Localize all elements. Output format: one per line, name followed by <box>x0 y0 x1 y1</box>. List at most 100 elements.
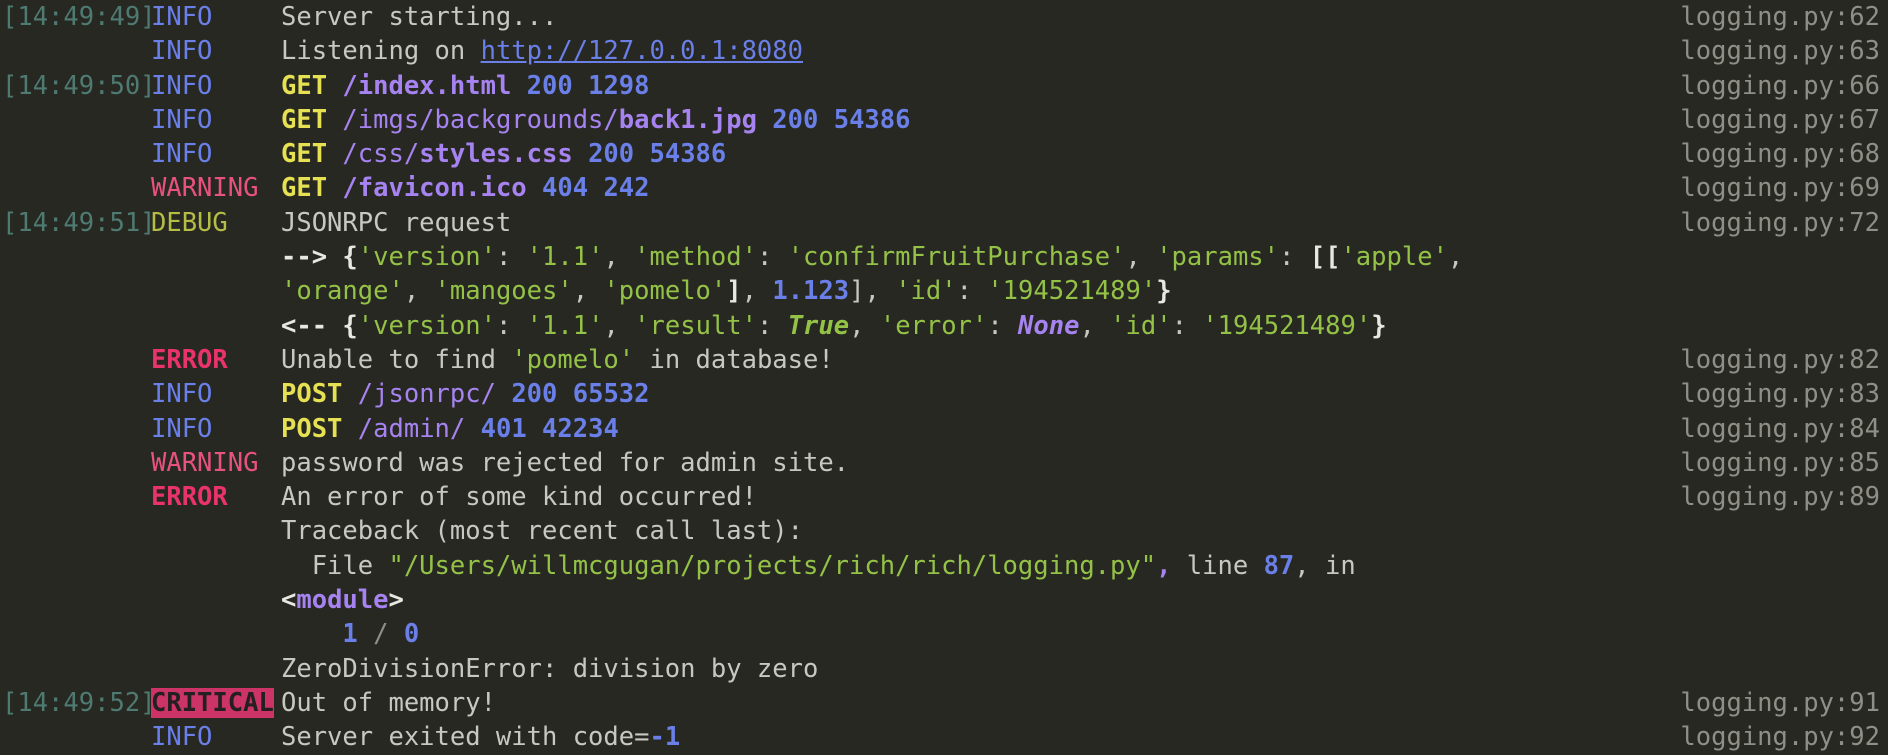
log-row: ZeroDivisionError: division by zero <box>0 652 1888 686</box>
log-message: --> {'version': '1.1', 'method': 'confir… <box>281 240 1638 274</box>
log-row: [14:49:49] INFO Server starting... logging.… <box>0 0 1888 34</box>
log-token <box>527 414 542 444</box>
log-message: GET /index.html 200 1298 <box>281 69 1638 103</box>
log-token: '194521489' <box>987 276 1157 307</box>
log-token: , <box>741 276 773 307</box>
log-token: 'version' <box>357 242 496 273</box>
log-token: File <box>281 550 389 581</box>
log-token: 'result' <box>634 310 757 341</box>
log-token: 'orange' <box>281 276 404 307</box>
log-token: /css/ <box>342 139 420 170</box>
log-message: <module> <box>281 583 1638 617</box>
log-timestamp: [14:49:49] <box>2 2 151 32</box>
log-token: 54386 <box>649 139 727 170</box>
log-message: GET /imgs/backgrounds/back1.jpg 200 5438… <box>281 103 1638 137</box>
log-source-location: logging.py:84 <box>1680 413 1880 444</box>
log-row: [14:49:51] DEBUG JSONRPC request logging.py… <box>0 206 1888 240</box>
log-token: : <box>495 310 527 341</box>
log-token: 'mangoes' <box>434 276 573 307</box>
log-source-location: logging.py:92 <box>1680 722 1880 753</box>
log-token: / <box>357 619 404 650</box>
log-token: '1.1' <box>526 242 604 273</box>
log-token: , <box>864 276 896 307</box>
log-token: /admin/ <box>357 413 466 444</box>
log-token: GET <box>281 173 328 204</box>
log-row: ERROR Unable to find 'pomelo' in database… <box>0 343 1888 377</box>
log-token: : <box>495 242 527 273</box>
log-row: File "/Users/willmcgugan/projects/rich/r… <box>0 549 1888 583</box>
log-source-location: logging.py:67 <box>1680 104 1880 135</box>
log-level-badge: INFO <box>151 104 213 135</box>
log-token: 'id' <box>895 276 957 307</box>
log-token: 42234 <box>542 413 619 444</box>
log-level-cell: WARNING <box>151 171 281 205</box>
log-token: ] <box>849 276 865 307</box>
log-row: 1 / 0 <box>0 617 1888 651</box>
log-source-location: logging.py:91 <box>1680 687 1880 718</box>
log-token: /imgs/backgrounds/ <box>342 104 619 135</box>
log-level-cell: INFO <box>151 412 281 446</box>
log-level-cell: INFO <box>151 103 281 137</box>
log-message: File "/Users/willmcgugan/projects/rich/r… <box>281 549 1638 583</box>
log-token: POST <box>281 413 343 444</box>
log-token: , <box>1156 550 1172 581</box>
log-timestamp: [14:49:50] <box>2 70 151 101</box>
log-source-location: logging.py:83 <box>1680 379 1880 410</box>
log-token: 200 <box>511 379 558 410</box>
log-message: Traceback (most recent call last): <box>281 514 1638 548</box>
log-source-location: logging.py:72 <box>1680 207 1880 238</box>
log-level-badge: WARNING <box>151 173 259 204</box>
log-token <box>327 71 342 101</box>
log-token: 242 <box>603 173 650 204</box>
log-token: styles.css <box>419 139 573 170</box>
log-token <box>511 71 526 101</box>
log-level-badge: WARNING <box>151 447 259 478</box>
log-token: 'version' <box>357 310 496 341</box>
log-source-location: logging.py:89 <box>1680 482 1880 513</box>
log-token: ] <box>726 276 742 307</box>
log-message: 'orange', 'mangoes', 'pomelo'], 1.123], … <box>281 274 1638 308</box>
log-level-badge: INFO <box>151 36 213 67</box>
log-row: INFO POST /admin/ 401 42234 logging.py:84 <box>0 412 1888 446</box>
log-row: INFO Server exited with code=-1 logging.py… <box>0 720 1888 754</box>
log-row: [14:49:50] INFO GET /index.html 200 1298 lo… <box>0 69 1888 103</box>
log-token: Server starting... <box>281 2 558 32</box>
log-token <box>634 139 649 169</box>
log-level-badge: INFO <box>151 139 213 170</box>
log-token: 54386 <box>833 104 911 135</box>
log-token <box>557 379 572 409</box>
log-message: Listening on http://127.0.0.1:8080 <box>281 34 1638 68</box>
log-token: An error of some kind occurred! <box>281 482 757 513</box>
log-level-badge: INFO <box>151 722 213 753</box>
log-row: <-- {'version': '1.1', 'result': True, '… <box>0 309 1888 343</box>
log-row: ERROR An error of some kind occurred! logg… <box>0 480 1888 514</box>
log-token: Server exited with code= <box>281 722 650 753</box>
log-token: /jsonrpc/ <box>357 379 496 410</box>
log-token: 200 <box>772 104 819 135</box>
log-token <box>527 173 542 203</box>
log-token[interactable]: http://127.0.0.1:8080 <box>481 36 803 66</box>
log-row: INFO Listening on http://127.0.0.1:8080 lo… <box>0 34 1888 68</box>
log-row: INFO GET /imgs/backgrounds/back1.jpg 200 … <box>0 103 1888 137</box>
log-token: { <box>342 242 358 273</box>
log-token: } <box>1371 310 1387 341</box>
log-level-badge: DEBUG <box>151 207 228 238</box>
log-message: POST /admin/ 401 42234 <box>281 412 1638 446</box>
log-token: 'confirmFruitPurchase' <box>787 242 1126 273</box>
log-token: , <box>572 276 604 307</box>
log-token <box>496 379 511 409</box>
log-token: : <box>1279 242 1310 273</box>
log-token: : <box>987 310 1019 341</box>
log-token: None <box>1018 310 1080 341</box>
log-source-location: logging.py:82 <box>1680 344 1880 375</box>
terminal-log-view[interactable]: [14:49:49] INFO Server starting... logging.… <box>0 0 1888 754</box>
log-timestamp: [14:49:52] <box>2 687 151 718</box>
log-token: password was rejected for admin site. <box>281 447 850 478</box>
log-level-badge: INFO <box>151 2 213 32</box>
log-token: , <box>603 310 635 341</box>
log-source-location: logging.py:63 <box>1680 36 1880 67</box>
log-message: 1 / 0 <box>281 617 1638 651</box>
log-level-badge: INFO <box>151 70 213 101</box>
log-level-cell: INFO <box>151 720 281 754</box>
log-token: "/Users/willmcgugan/projects/rich/rich/l… <box>388 550 1157 581</box>
